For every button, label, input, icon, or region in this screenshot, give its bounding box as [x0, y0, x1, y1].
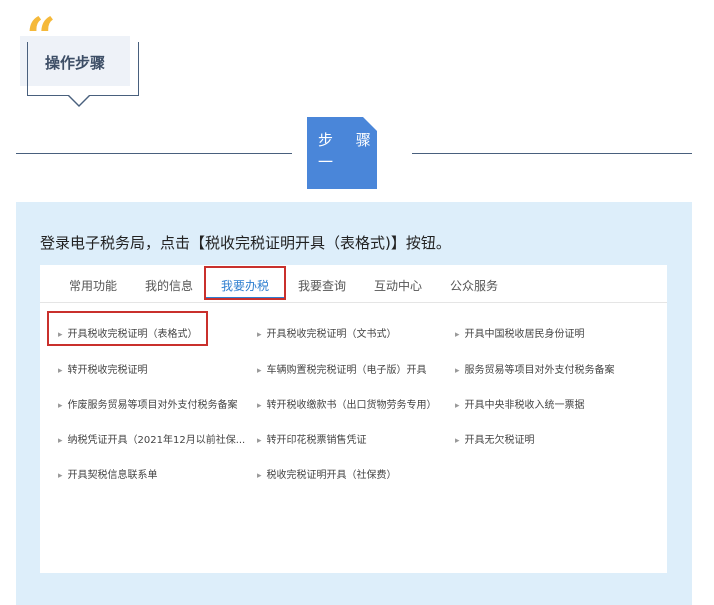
divider-left — [16, 153, 292, 154]
bullet-icon: ▸ — [455, 366, 460, 376]
divider-right — [412, 153, 692, 154]
menu-item-transfer-tax-cert[interactable]: ▸ 转开税收完税证明 — [58, 361, 148, 376]
tab-query[interactable]: 我要查询 — [298, 277, 346, 294]
menu-item-label: 开具无欠税证明 — [464, 435, 535, 446]
menu-item-label: 转开印花税票销售凭证 — [266, 435, 367, 446]
tab-common-functions[interactable]: 常用功能 — [69, 277, 117, 294]
bullet-icon: ▸ — [257, 330, 262, 340]
menu-item-foreign-payment-filing[interactable]: ▸ 服务贸易等项目对外支付税务备案 — [455, 361, 615, 376]
step-label: 步 骤 — [318, 131, 380, 149]
tab-bar: 常用功能 我的信息 我要办税 我要查询 互动中心 公众服务 — [40, 265, 667, 303]
menu-item-label: 转开税收缴款书（出口货物劳务专用） — [266, 400, 437, 411]
tab-my-info[interactable]: 我的信息 — [145, 277, 193, 294]
menu-item-social-security-cert[interactable]: ▸ 税收完税证明开具（社保费） — [257, 466, 397, 481]
bullet-icon: ▸ — [455, 401, 460, 411]
bullet-icon: ▸ — [58, 366, 63, 376]
tab-highlight-box — [204, 266, 286, 300]
bullet-icon: ▸ — [455, 330, 460, 340]
menu-item-label: 车辆购置税完税证明（电子版）开具 — [266, 365, 427, 376]
menu-item-vehicle-tax-cert[interactable]: ▸ 车辆购置税完税证明（电子版）开具 — [257, 361, 427, 376]
menu-item-no-arrears-cert[interactable]: ▸ 开具无欠税证明 — [455, 431, 535, 446]
menu-item-label: 开具中国税收居民身份证明 — [464, 329, 585, 340]
menu-item-label: 税收完税证明开具（社保费） — [266, 470, 397, 481]
section-title: 操作步骤 — [44, 54, 105, 72]
menu-item-tax-cert-document[interactable]: ▸ 开具税收完税证明（文书式） — [257, 325, 397, 340]
menu-item-deed-tax-form[interactable]: ▸ 开具契税信息联系单 — [58, 466, 158, 481]
bullet-icon: ▸ — [455, 436, 460, 446]
tab-interaction-center[interactable]: 互动中心 — [374, 277, 422, 294]
bullet-icon: ▸ — [58, 471, 63, 481]
menu-item-export-payment[interactable]: ▸ 转开税收缴款书（出口货物劳务专用） — [257, 396, 437, 411]
menu-item-label: 开具中央非税收入统一票据 — [464, 400, 585, 411]
callout-arrow-fill — [69, 95, 89, 105]
bullet-icon: ▸ — [257, 436, 262, 446]
menu-item-label: 服务贸易等项目对外支付税务备案 — [464, 365, 615, 376]
menu-item-label: 作废服务贸易等项目对外支付税务备案 — [67, 400, 238, 411]
menu-item-stamp-tax[interactable]: ▸ 转开印花税票销售凭证 — [257, 431, 367, 446]
bullet-icon: ▸ — [58, 436, 63, 446]
step-number: 一 — [318, 153, 334, 171]
bullet-icon: ▸ — [58, 401, 63, 411]
menu-item-label: 转开税收完税证明 — [67, 365, 148, 376]
menu-item-label: 开具税收完税证明（表格式） — [67, 329, 198, 340]
bullet-icon: ▸ — [58, 330, 63, 340]
instruction-text: 登录电子税务局，点击【税收完税证明开具（表格式)】按钮。 — [40, 234, 451, 252]
menu-item-residency-cert[interactable]: ▸ 开具中国税收居民身份证明 — [455, 325, 585, 340]
bullet-icon: ▸ — [257, 366, 262, 376]
menu-item-void-filing[interactable]: ▸ 作废服务贸易等项目对外支付税务备案 — [58, 396, 238, 411]
menu-item-label: 纳税凭证开具（2021年12月以前社保... — [67, 435, 246, 446]
menu-item-tax-voucher[interactable]: ▸ 纳税凭证开具（2021年12月以前社保... — [58, 431, 245, 446]
tab-public-service[interactable]: 公众服务 — [450, 277, 498, 294]
bullet-icon: ▸ — [257, 471, 262, 481]
menu-item-tax-cert-table[interactable]: ▸ 开具税收完税证明（表格式） — [58, 325, 198, 340]
menu-item-label: 开具税收完税证明（文书式） — [266, 329, 397, 340]
menu-item-non-tax-bill[interactable]: ▸ 开具中央非税收入统一票据 — [455, 396, 585, 411]
menu-item-label: 开具契税信息联系单 — [67, 470, 158, 481]
tax-portal-screenshot: 常用功能 我的信息 我要办税 我要查询 互动中心 公众服务 ▸ 开具税收完税证明（… — [40, 265, 667, 573]
bullet-icon: ▸ — [257, 401, 262, 411]
